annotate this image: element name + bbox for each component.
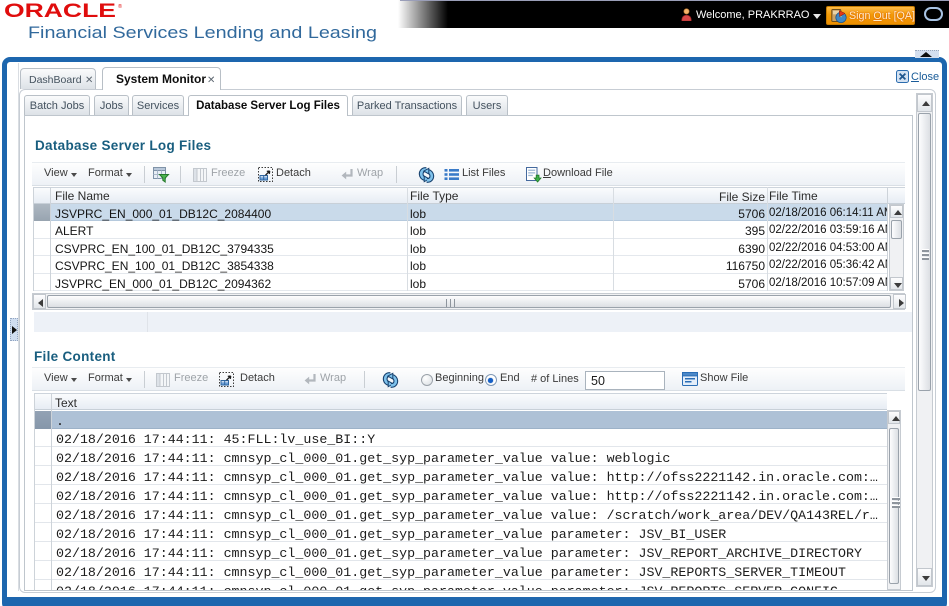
svg-text:ORACLE: ORACLE	[4, 1, 116, 21]
svg-text:®: ®	[118, 3, 122, 10]
svg-text:Financial Services Lending and: Financial Services Lending and Leasing	[28, 23, 377, 42]
